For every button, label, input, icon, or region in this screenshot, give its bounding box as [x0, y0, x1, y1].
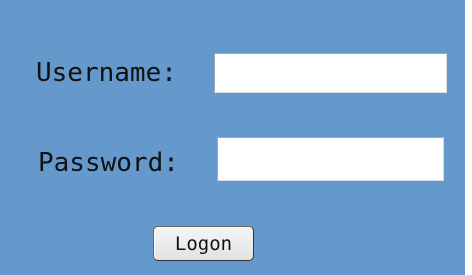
password-input[interactable]	[217, 137, 444, 181]
logon-button[interactable]: Logon	[153, 226, 254, 261]
username-input[interactable]	[214, 53, 447, 93]
username-label: Username:	[36, 58, 177, 88]
login-panel: Username: Password: Logon	[0, 0, 465, 275]
password-label: Password:	[38, 148, 179, 178]
